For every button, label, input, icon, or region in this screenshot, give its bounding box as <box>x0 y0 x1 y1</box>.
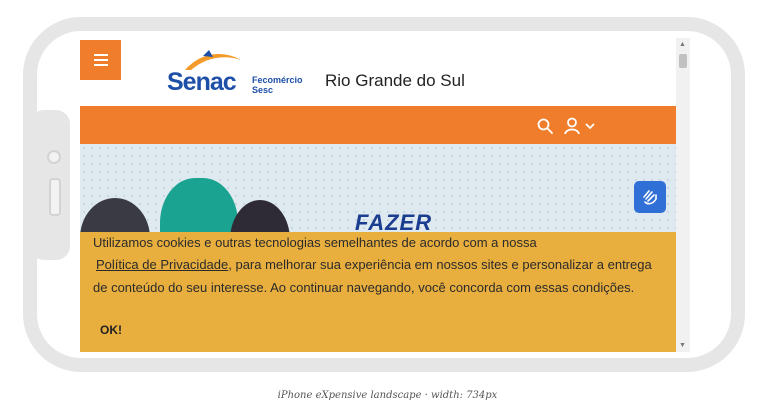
vertical-scrollbar[interactable]: ▲ ▼ <box>676 38 690 352</box>
scroll-up-arrow-icon[interactable]: ▲ <box>679 41 686 48</box>
privacy-policy-link[interactable]: Política de Privacidade <box>96 257 228 272</box>
region-title: Rio Grande do Sul <box>325 71 465 90</box>
cookie-text-line1: Utilizamos cookies e outras tecnologias … <box>93 235 537 250</box>
site-header: Senac Fecomércio Sesc Rio Grande do Sul <box>80 38 676 106</box>
chevron-down-icon[interactable] <box>585 122 595 130</box>
cookie-text-line2-rest: , para melhorar sua experiência em nosso… <box>228 257 652 272</box>
phone-speaker-slot <box>49 178 61 216</box>
sign-language-icon <box>643 190 657 205</box>
logo-partner-text: Fecomércio Sesc <box>252 75 303 95</box>
logo-brand-text: Senac <box>167 68 237 96</box>
accessibility-button[interactable] <box>634 181 666 213</box>
site-logo[interactable]: Senac Fecomércio Sesc <box>165 48 315 100</box>
cookie-notice: Utilizamos cookies e outras tecnologias … <box>80 232 676 352</box>
phone-camera-dot <box>47 150 61 164</box>
cookie-text-line2: Política de Privacidade, para melhorar s… <box>93 257 652 272</box>
device-caption: iPhone eXpensive landscape · width: 734p… <box>277 390 498 401</box>
cookie-text-line3: de conteúdo do seu interesse. Ao continu… <box>93 280 635 295</box>
user-icon[interactable] <box>564 117 580 135</box>
menu-button[interactable] <box>80 40 121 80</box>
scroll-thumb[interactable] <box>679 54 687 68</box>
hamburger-icon <box>93 51 108 69</box>
search-icon[interactable] <box>537 118 553 134</box>
cookie-ok-button[interactable]: OK! <box>100 323 122 337</box>
browser-viewport: Senac Fecomércio Sesc Rio Grande do Sul … <box>80 38 676 352</box>
scroll-down-arrow-icon[interactable]: ▼ <box>679 342 686 349</box>
